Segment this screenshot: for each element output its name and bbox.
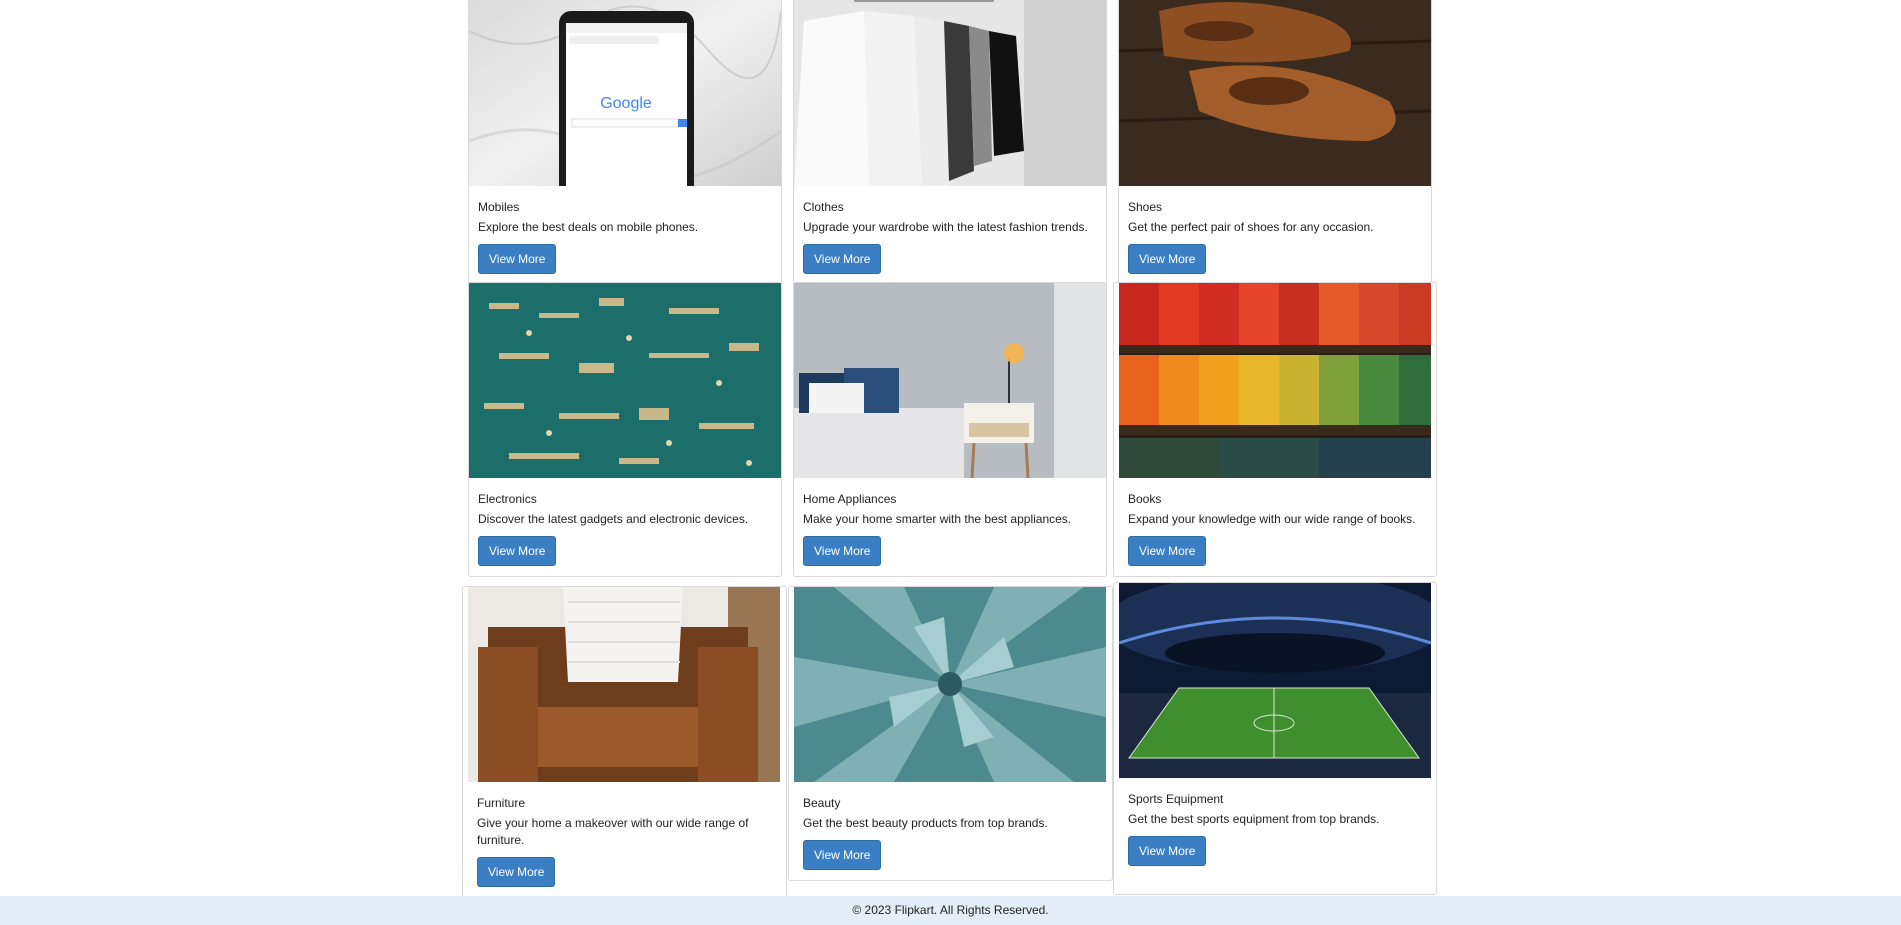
- clothes-image[interactable]: [794, 0, 1106, 186]
- card-title: Home Appliances: [803, 492, 897, 506]
- electronics-image[interactable]: [469, 283, 781, 478]
- view-more-button[interactable]: View More: [803, 244, 882, 274]
- product-card-shoes: Shoes Get the perfect pair of shoes for …: [1118, 0, 1432, 285]
- card-title: Furniture: [477, 796, 526, 810]
- product-card-home-appliances: Home Appliances Make your home smarter w…: [793, 282, 1107, 577]
- card-description: Give your home a makeover with our wide …: [477, 816, 749, 847]
- card-title: Mobiles: [478, 200, 520, 214]
- card-description: Get the perfect pair of shoes for any oc…: [1128, 220, 1374, 234]
- card-description: Upgrade your wardrobe with the latest fa…: [803, 220, 1088, 234]
- product-card-beauty: Beauty Get the best beauty products from…: [788, 586, 1113, 881]
- card-title: Electronics: [478, 492, 537, 506]
- footer: © 2023 Flipkart. All Rights Reserved.: [0, 896, 1901, 925]
- mobiles-image[interactable]: Google: [469, 0, 781, 186]
- view-more-button[interactable]: View More: [1128, 244, 1207, 274]
- card-description: Explore the best deals on mobile phones.: [478, 220, 699, 234]
- card-description: Expand your knowledge with our wide rang…: [1128, 512, 1416, 526]
- page: Google Mobiles Explore the best deals on…: [0, 0, 1901, 925]
- view-more-button[interactable]: View More: [803, 840, 882, 870]
- card-title: Sports Equipment: [1128, 792, 1224, 806]
- product-card-sports-equipment: Sports Equipment Get the best sports equ…: [1113, 582, 1437, 895]
- furniture-image[interactable]: [468, 587, 780, 782]
- sports-equipment-image[interactable]: [1119, 583, 1431, 778]
- card-title: Beauty: [803, 796, 841, 810]
- view-more-button[interactable]: View More: [477, 857, 556, 887]
- card-title: Books: [1128, 492, 1162, 506]
- view-more-button[interactable]: View More: [478, 244, 557, 274]
- product-card-electronics: Electronics Discover the latest gadgets …: [468, 282, 782, 577]
- home-appliances-image[interactable]: [794, 283, 1106, 478]
- product-card-furniture: Furniture Give your home a makeover with…: [462, 586, 787, 898]
- product-card-clothes: Clothes Upgrade your wardrobe with the l…: [793, 0, 1107, 285]
- product-card-books: Books Expand your knowledge with our wid…: [1113, 282, 1437, 577]
- view-more-button[interactable]: View More: [478, 536, 557, 566]
- copyright-text: © 2023 Flipkart. All Rights Reserved.: [852, 903, 1049, 917]
- beauty-image[interactable]: [794, 587, 1106, 782]
- card-title: Shoes: [1128, 200, 1163, 214]
- card-description: Discover the latest gadgets and electron…: [478, 512, 749, 526]
- view-more-button[interactable]: View More: [1128, 536, 1207, 566]
- view-more-button[interactable]: View More: [1128, 836, 1207, 866]
- card-description: Get the best beauty products from top br…: [803, 816, 1048, 830]
- view-more-button[interactable]: View More: [803, 536, 882, 566]
- phone-screen-brand: Google: [600, 95, 652, 112]
- card-description: Make your home smarter with the best app…: [803, 512, 1072, 526]
- product-card-mobiles: Google Mobiles Explore the best deals on…: [468, 0, 782, 285]
- books-image[interactable]: [1119, 283, 1431, 478]
- card-description: Get the best sports equipment from top b…: [1128, 812, 1380, 826]
- card-title: Clothes: [803, 200, 844, 214]
- shoes-image[interactable]: [1119, 0, 1431, 186]
